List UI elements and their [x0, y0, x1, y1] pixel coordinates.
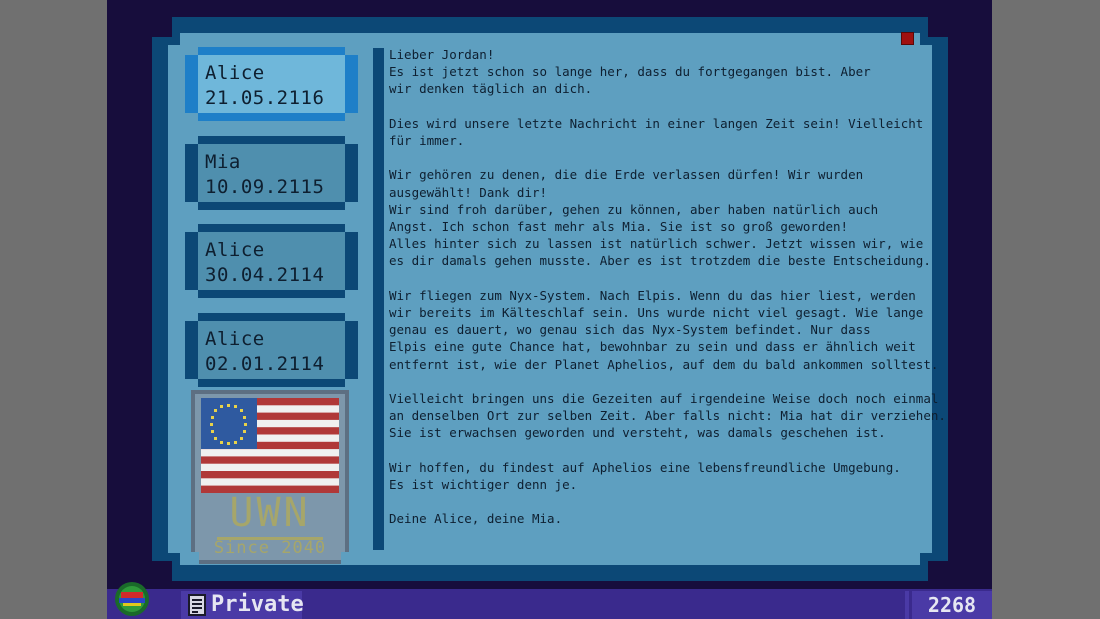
letter-line: genau es dauert, wo genau sich das Nyx-S…	[389, 322, 871, 338]
letter-line: es dir damals gehen musste. Aber es ist …	[389, 253, 931, 269]
letter-line: Wir hoffen, du findest auf Aphelios eine…	[389, 459, 901, 475]
letter-line: an denselben Ort zur selben Zeit. Aber f…	[389, 408, 946, 424]
score-box: 2268	[905, 591, 992, 619]
letter-line: Dies wird unsere letzte Nachricht in ein…	[389, 115, 924, 131]
letter-line: Wir fliegen zum Nyx-System. Nach Elpis. …	[389, 287, 916, 303]
letter-body: Lieber Jordan! Es ist jetzt schon so lang…	[389, 46, 946, 546]
message-date: 02.01.2114	[205, 353, 325, 375]
globe-icon[interactable]	[114, 581, 150, 617]
message-date: 21.05.2116	[205, 87, 325, 109]
message-date: 10.09.2115	[205, 176, 325, 198]
letter-line: Lieber Jordan!	[389, 47, 495, 62]
message-sender: Mia	[205, 151, 241, 173]
privacy-toggle[interactable]: Private	[181, 591, 304, 619]
divider	[373, 48, 384, 550]
letter-line: ausgewählt! Dank dir!	[389, 184, 548, 200]
uwn-flag-icon	[201, 398, 339, 493]
message-sender: Alice	[205, 62, 265, 84]
letter-line	[389, 149, 934, 166]
letter-line: Es ist wichtiger denn je.	[389, 477, 578, 493]
letter-line: wir bereits im Kälteschlaf sein. Uns wur…	[389, 305, 924, 321]
letter-line: Alles hinter sich zu lassen ist natürlic…	[389, 236, 924, 252]
message-item-1[interactable]: Mia 10.09.2115	[185, 136, 358, 210]
close-icon[interactable]	[901, 32, 914, 45]
uwn-badge[interactable]: UWN Since 2040	[191, 390, 349, 564]
letter-line: Wir gehören zu denen, die die Erde verla…	[389, 167, 864, 183]
message-item-0[interactable]: Alice 21.05.2116	[185, 47, 358, 121]
letter-line: Wir sind froh darüber, gehen zu können, …	[389, 201, 879, 217]
letter-line	[389, 442, 934, 459]
letter-line: wir denken täglich an dich.	[389, 81, 593, 97]
document-icon	[188, 594, 206, 616]
message-sender: Alice	[205, 328, 265, 350]
letter-line: für immer.	[389, 133, 465, 149]
letter-line	[389, 493, 934, 510]
message-item-2[interactable]: Alice 30.04.2114	[185, 224, 358, 298]
letter-line: Deine Alice, deine Mia.	[389, 511, 563, 527]
letter-line: Sie ist erwachsen geworden und versteht,…	[389, 425, 886, 441]
game-screen: Alice 21.05.2116 Mia 10.09.2115 Alice 30…	[107, 0, 992, 619]
letter-line	[389, 270, 934, 287]
letter-line	[389, 373, 934, 390]
letter-line: Angst. Ich schon fast mehr als Mia. Sie …	[389, 219, 849, 235]
letter-line: entfernt ist, wie der Planet Aphelios, a…	[389, 356, 939, 372]
score-counter: 2268	[927, 593, 977, 617]
badge-title: UWN	[229, 490, 311, 536]
badge-subtitle: Since 2040	[213, 538, 327, 558]
message-item-3[interactable]: Alice 02.01.2114	[185, 313, 358, 387]
letter-line: Vielleicht bringen uns die Gezeiten auf …	[389, 391, 939, 407]
message-sender: Alice	[205, 239, 265, 261]
letter-line	[389, 98, 934, 115]
message-date: 30.04.2114	[205, 264, 325, 286]
privacy-label: Private	[211, 592, 304, 617]
letter-line: Elpis eine gute Chance hat, bewohnbar zu…	[389, 339, 916, 355]
letter-line: Es ist jetzt schon so lange her, dass du…	[389, 64, 871, 80]
